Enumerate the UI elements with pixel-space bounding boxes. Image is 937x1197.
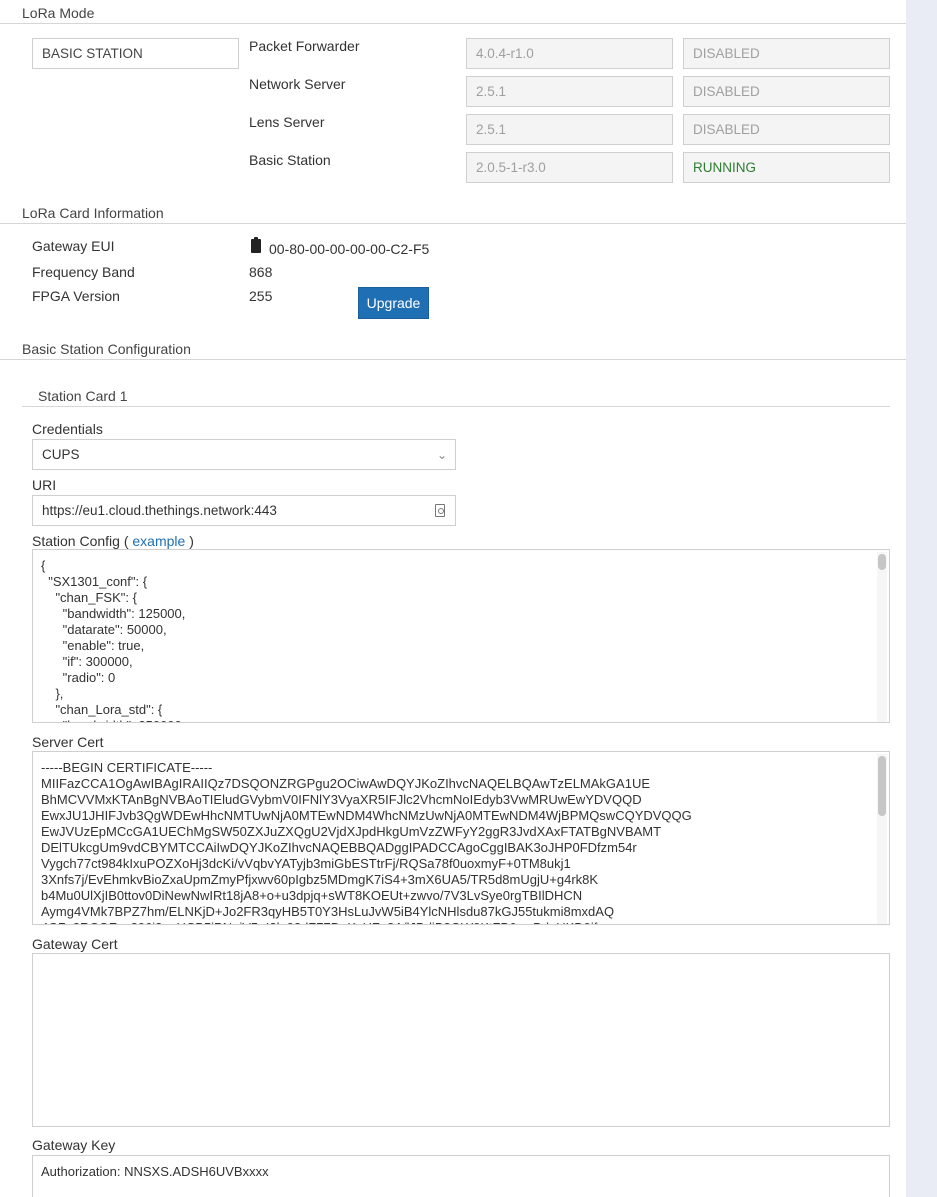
component-version-lens-server: 2.5.1 [466, 114, 673, 145]
station-config-scrollbar[interactable] [877, 552, 887, 722]
chevron-down-icon: ⌄ [436, 448, 447, 462]
server-cert-label: Server Cert [32, 734, 104, 750]
example-link[interactable]: example [132, 533, 185, 549]
gateway-key-text: Authorization: NNSXS.ADSH6UVBxxxx [41, 1164, 269, 1179]
gateway-cert-textarea[interactable] [32, 953, 890, 1127]
component-version-basic-station: 2.0.5-1-r3.0 [466, 152, 673, 183]
uri-label: URI [32, 477, 57, 493]
credentials-select[interactable]: CUPS ⌄ [32, 439, 456, 470]
clipboard-icon[interactable] [251, 237, 261, 253]
component-status-lens-server: DISABLED [683, 114, 890, 145]
fpga-version-value: 255 [249, 288, 273, 304]
fpga-version-label: FPGA Version [32, 288, 120, 304]
config-title: Basic Station Configuration [22, 341, 191, 357]
gateway-eui-label: Gateway EUI [32, 238, 115, 254]
server-cert-textarea[interactable]: -----BEGIN CERTIFICATE----- MIIFazCCA1Og… [32, 751, 890, 925]
gateway-cert-label: Gateway Cert [32, 936, 118, 952]
component-version-network-server: 2.5.1 [466, 76, 673, 107]
section-divider [0, 223, 906, 224]
server-cert-scrollbar[interactable] [877, 754, 887, 924]
card-divider [22, 406, 890, 407]
section-divider [0, 23, 906, 24]
component-status-network-server: DISABLED [683, 76, 890, 107]
component-version-packet-forwarder: 4.0.4-r1.0 [466, 38, 673, 69]
server-cert-text: -----BEGIN CERTIFICATE----- MIIFazCCA1Og… [41, 760, 692, 924]
station-config-textarea[interactable]: { "SX1301_conf": { "chan_FSK": { "bandwi… [32, 549, 890, 723]
scroll-thumb[interactable] [878, 756, 886, 816]
gateway-eui-value: 00-80-00-00-00-00-C2-F5 [269, 241, 430, 257]
uri-value: https://eu1.cloud.thethings.network:443 [42, 503, 277, 518]
frequency-band-value: 868 [249, 264, 273, 280]
station-config-label-close: ) [189, 533, 194, 549]
uri-input[interactable]: https://eu1.cloud.thethings.network:443 [32, 495, 456, 526]
station-config-text: { "SX1301_conf": { "chan_FSK": { "bandwi… [41, 558, 186, 722]
station-card-title: Station Card 1 [38, 388, 128, 404]
card-info-title: LoRa Card Information [22, 205, 164, 221]
gateway-key-label: Gateway Key [32, 1137, 116, 1153]
component-status-basic-station: RUNNING [683, 152, 890, 183]
contact-card-icon[interactable] [435, 504, 445, 517]
frequency-band-label: Frequency Band [32, 264, 135, 280]
station-config-label: Station Config ( example ) [32, 533, 194, 549]
component-name-packet-forwarder: Packet Forwarder [249, 38, 360, 54]
lora-mode-title: LoRa Mode [22, 5, 95, 21]
station-config-label-text: Station Config ( [32, 533, 129, 549]
gateway-key-textarea[interactable]: Authorization: NNSXS.ADSH6UVBxxxx [32, 1155, 890, 1197]
lora-mode-display: BASIC STATION [32, 38, 239, 69]
upgrade-button[interactable]: Upgrade [358, 287, 429, 319]
component-name-basic-station: Basic Station [249, 152, 331, 168]
scroll-thumb[interactable] [878, 554, 886, 570]
credentials-selected-value: CUPS [42, 447, 80, 462]
section-divider [0, 359, 906, 360]
component-name-network-server: Network Server [249, 76, 346, 92]
component-name-lens-server: Lens Server [249, 114, 325, 130]
main-panel: LoRa Mode BASIC STATION Packet Forwarder… [0, 0, 906, 1197]
component-status-packet-forwarder: DISABLED [683, 38, 890, 69]
credentials-label: Credentials [32, 421, 103, 437]
